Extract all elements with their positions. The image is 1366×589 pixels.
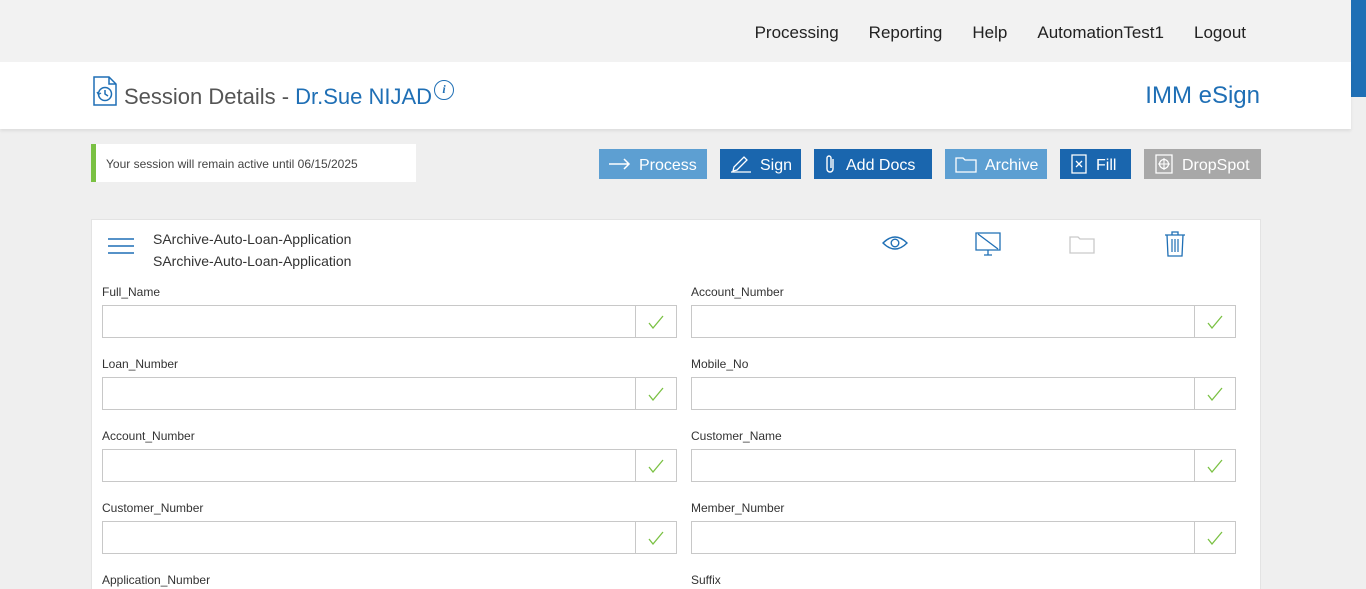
archive-label: Archive [985,157,1039,174]
dropspot-button[interactable]: DropSpot [1144,149,1261,179]
main-menu: Processing Reporting Help AutomationTest… [755,23,1246,43]
check-icon [1207,387,1223,401]
trash-icon[interactable] [1164,231,1186,257]
mobile-no-input[interactable] [692,378,1194,409]
account-number-field [691,305,1236,338]
confirm-checkmark[interactable] [635,306,676,337]
session-timeout-message: Your session will remain active until 06… [91,144,416,182]
brand-name: IMM eSign [1145,82,1260,109]
suffix-label: Suffix [691,573,721,587]
account-number-label: Account_Number [691,285,784,299]
confirm-checkmark[interactable] [1194,522,1235,553]
loan-number-field [102,377,677,410]
document-name: SArchive-Auto-Loan-Application [153,231,352,247]
paperclip-icon [826,155,834,173]
customer-name-input[interactable] [692,450,1194,481]
confirm-checkmark[interactable] [1194,378,1235,409]
loan-number-label: Loan_Number [102,357,179,371]
add-docs-label: Add Docs [846,157,916,174]
archive-button[interactable]: Archive [945,149,1047,179]
customer-number-input[interactable] [103,522,635,553]
folder-icon [955,157,977,173]
info-icon[interactable]: i [434,80,454,100]
fill-form-icon [1071,154,1087,174]
page-header: Session Details - Dr.Sue NIJAD i IMM eSig… [0,62,1351,129]
session-history-icon [93,76,117,106]
check-icon [648,531,664,545]
confirm-checkmark[interactable] [635,378,676,409]
full-name-field [102,305,677,338]
nav-help[interactable]: Help [972,23,1007,43]
add-docs-button[interactable]: Add Docs [814,149,932,179]
scrollbar-thumb[interactable] [1351,0,1366,97]
process-button[interactable]: Process [599,149,707,179]
process-label: Process [639,157,697,174]
document-card: SArchive-Auto-Loan-Application SArchive-… [91,219,1261,589]
loan-number-input[interactable] [103,378,635,409]
nav-logout[interactable]: Logout [1194,23,1246,43]
customer-number-label: Customer_Number [102,501,204,515]
top-navigation: Processing Reporting Help AutomationTest… [0,0,1351,62]
account-number-input[interactable] [103,450,635,481]
folder-icon[interactable] [1069,234,1095,254]
dropspot-icon [1155,154,1173,174]
mobile-no-field [691,377,1236,410]
check-icon [1207,315,1223,329]
pen-icon [731,156,751,173]
member-number-label: Member_Number [691,501,785,515]
full-name-input[interactable] [103,306,635,337]
signer-name: Dr.Sue NIJAD [295,84,433,109]
mobile-no-label: Mobile_No [691,357,749,371]
check-icon [648,387,664,401]
check-icon [648,315,664,329]
account-number-input[interactable] [692,306,1194,337]
confirm-checkmark[interactable] [635,522,676,553]
nav-user[interactable]: AutomationTest1 [1037,23,1164,43]
check-icon [1207,459,1223,473]
confirm-checkmark[interactable] [1194,450,1235,481]
member-number-field [691,521,1236,554]
customer-number-field [102,521,677,554]
monitor-off-icon[interactable] [975,231,1001,257]
confirm-checkmark[interactable] [635,450,676,481]
fill-label: Fill [1096,157,1117,174]
nav-reporting[interactable]: Reporting [869,23,943,43]
sign-button[interactable]: Sign [720,149,801,179]
sign-label: Sign [760,157,793,174]
document-names: SArchive-Auto-Loan-Application SArchive-… [153,228,351,272]
account-number-field [102,449,677,482]
member-number-input[interactable] [692,522,1194,553]
menu-icon[interactable] [108,238,134,254]
customer-name-label: Customer_Name [691,429,782,443]
page-title: Session Details - Dr.Sue NIJAD [124,84,432,110]
confirm-checkmark[interactable] [1194,306,1235,337]
fill-button[interactable]: Fill [1060,149,1131,179]
check-icon [1207,531,1223,545]
check-icon [648,459,664,473]
eye-icon[interactable] [882,235,908,251]
full-name-label: Full_Name [102,285,161,299]
nav-processing[interactable]: Processing [755,23,839,43]
application-number-label: Application_Number [102,573,211,587]
document-file-name: SArchive-Auto-Loan-Application [153,253,352,269]
dropspot-label: DropSpot [1182,157,1250,174]
page-title-text: Session Details - [124,84,290,109]
arrow-right-icon [609,158,631,170]
account-number-label: Account_Number [102,429,195,443]
customer-name-field [691,449,1236,482]
